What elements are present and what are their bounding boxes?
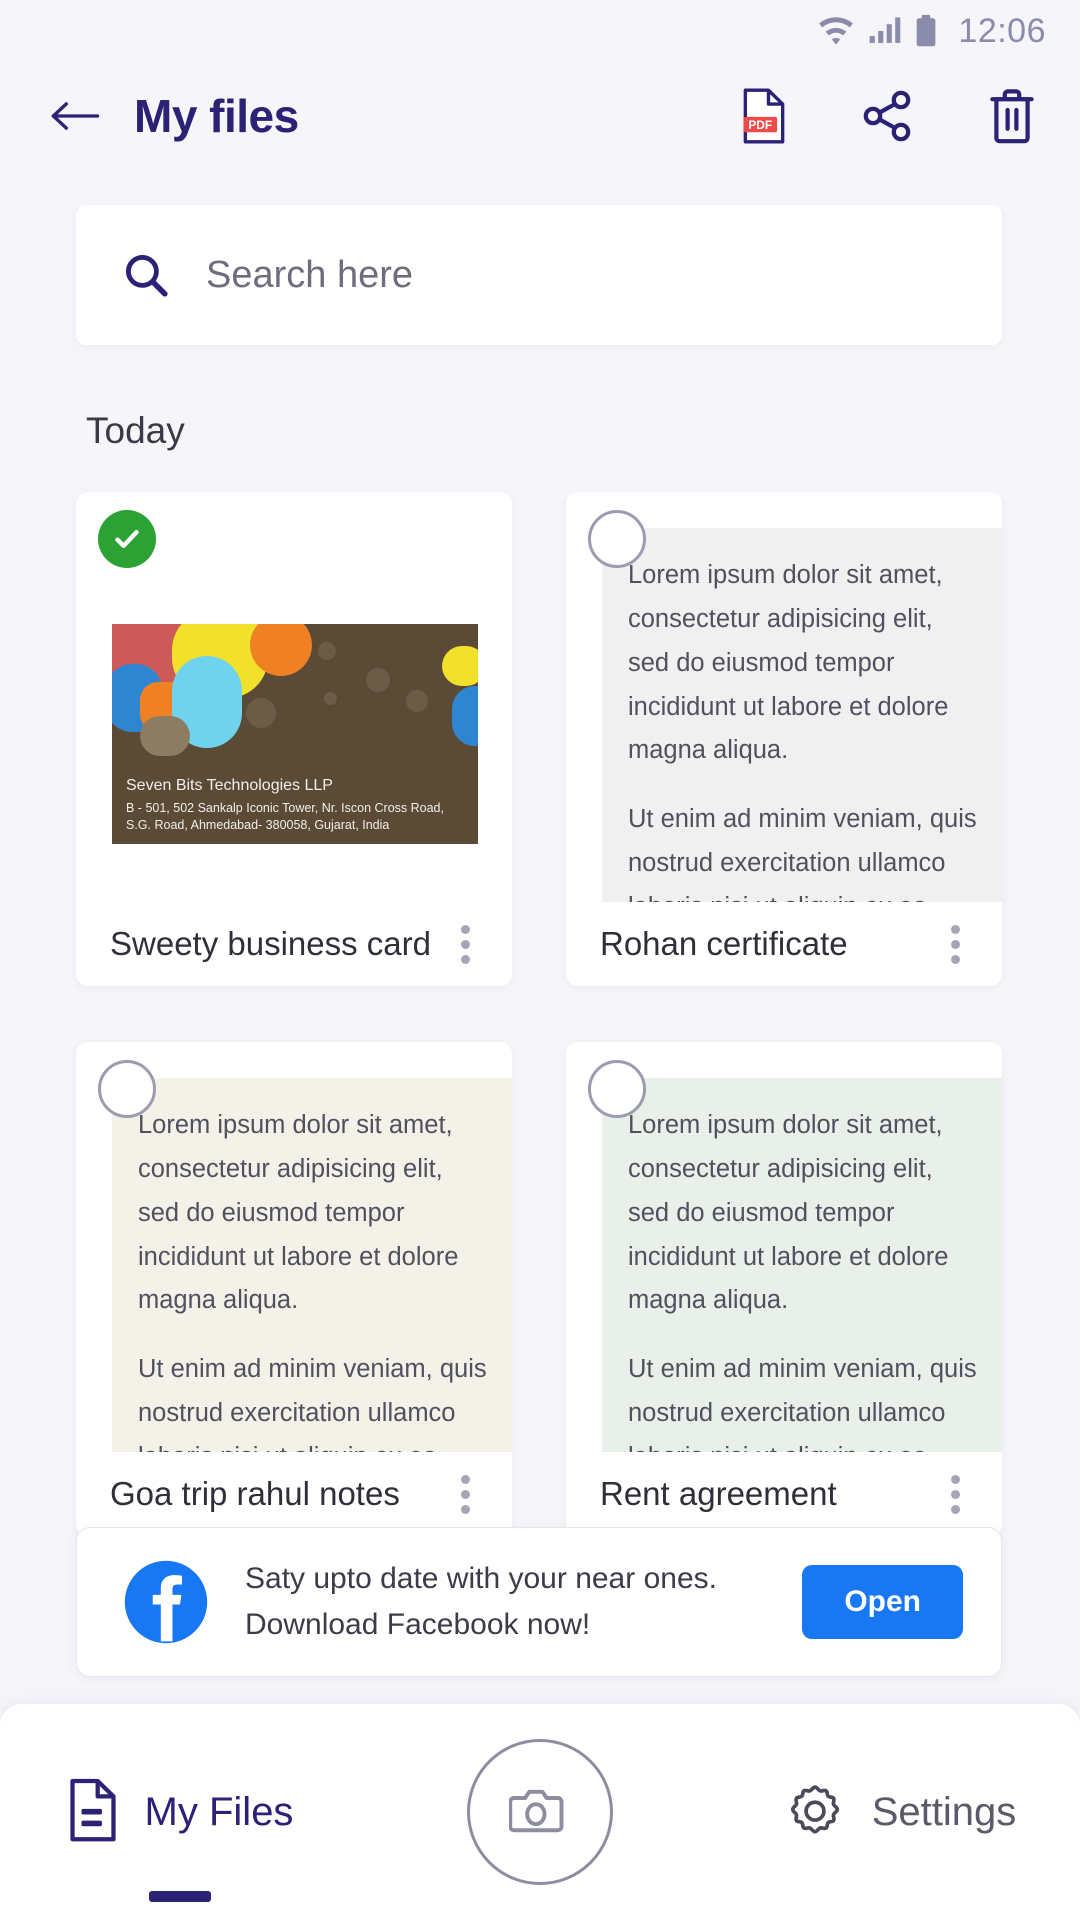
card-preview: Lorem ipsum dolor sit amet, consectetur … xyxy=(112,1078,512,1456)
business-card-details: Seven Bits Technologies LLP B - 501, 502… xyxy=(126,777,444,834)
more-options-icon[interactable] xyxy=(442,917,488,971)
checkbox-unselected-icon[interactable] xyxy=(588,510,646,568)
checkbox-unselected-icon[interactable] xyxy=(98,1060,156,1118)
checkbox-selected-icon[interactable] xyxy=(98,510,156,568)
file-title: Goa trip rahul notes xyxy=(110,1475,400,1512)
more-options-icon[interactable] xyxy=(932,917,978,971)
search-bar[interactable] xyxy=(76,205,1002,345)
battery-icon xyxy=(914,14,938,48)
section-label-today: Today xyxy=(86,410,185,451)
note-paragraph: Ut enim ad minim veniam, quis nostrud ex… xyxy=(138,1355,487,1456)
file-card-rent-agreement[interactable]: Lorem ipsum dolor sit amet, consectetur … xyxy=(566,1042,1002,1536)
status-bar: 12:06 xyxy=(0,0,1080,62)
trash-icon[interactable] xyxy=(984,87,1040,145)
note-paragraph: Lorem ipsum dolor sit amet, consectetur … xyxy=(138,1111,459,1315)
file-card-certificate[interactable]: Lorem ipsum dolor sit amet, consectetur … xyxy=(566,492,1002,986)
facebook-icon xyxy=(123,1559,209,1645)
status-bar-time: 12:06 xyxy=(958,11,1046,50)
file-title: Sweety business card xyxy=(110,925,431,962)
card-footer: Rohan certificate xyxy=(566,902,1002,986)
note-thumbnail: Lorem ipsum dolor sit amet, consectetur … xyxy=(112,1078,512,1456)
card-preview: Lorem ipsum dolor sit amet, consectetur … xyxy=(602,528,1002,906)
promo-line-1: Saty upto date with your near ones. xyxy=(245,1562,717,1596)
business-card-address-2: S.G. Road, Ahmedabad- 380058, Gujarat, I… xyxy=(126,818,390,833)
page-title: My files xyxy=(134,90,299,142)
camera-capture-button[interactable] xyxy=(360,1704,720,1920)
share-icon[interactable] xyxy=(860,87,916,145)
note-paragraph: Lorem ipsum dolor sit amet, consectetur … xyxy=(628,1111,949,1315)
camera-button-ring[interactable] xyxy=(467,1739,613,1885)
file-title: Rent agreement xyxy=(600,1475,837,1512)
business-card-address-1: B - 501, 502 Sankalp Iconic Tower, Nr. I… xyxy=(126,801,444,816)
bottom-navigation: My Files Settings xyxy=(0,1704,1080,1920)
note-paragraph: Lorem ipsum dolor sit amet, consectetur … xyxy=(628,561,949,765)
app-header: My files PDF xyxy=(0,62,1080,170)
card-footer: Rent agreement xyxy=(566,1452,1002,1536)
search-icon xyxy=(120,249,172,301)
promo-open-button[interactable]: Open xyxy=(802,1565,963,1639)
search-input[interactable] xyxy=(206,253,846,297)
note-paragraph: Ut enim ad minim veniam, quis nostrud ex… xyxy=(628,1355,977,1456)
nav-label-settings: Settings xyxy=(871,1789,1017,1834)
card-preview: Lorem ipsum dolor sit amet, consectetur … xyxy=(602,1078,1002,1456)
file-grid: Seven Bits Technologies LLP B - 501, 502… xyxy=(76,492,1002,1536)
cellular-signal-icon xyxy=(868,15,902,47)
wifi-icon xyxy=(816,15,856,47)
card-footer: Goa trip rahul notes xyxy=(76,1452,512,1536)
file-card-goa-notes[interactable]: Lorem ipsum dolor sit amet, consectetur … xyxy=(76,1042,512,1536)
app-screen: 12:06 My files PDF Search here Today Sev… xyxy=(0,0,1080,1920)
business-card-company: Seven Bits Technologies LLP xyxy=(126,777,333,795)
camera-icon xyxy=(508,1782,571,1843)
note-thumbnail: Lorem ipsum dolor sit amet, consectetur … xyxy=(602,1078,1002,1456)
more-options-icon[interactable] xyxy=(442,1467,488,1521)
card-footer: Sweety business card xyxy=(76,902,512,986)
header-actions: PDF xyxy=(736,87,1040,145)
active-tab-indicator xyxy=(149,1891,211,1902)
promo-banner-facebook[interactable]: Saty upto date with your near ones. Down… xyxy=(76,1527,1002,1677)
promo-text: Saty upto date with your near ones. Down… xyxy=(245,1556,717,1647)
file-document-icon xyxy=(67,1778,119,1847)
nav-item-my-files[interactable]: My Files xyxy=(0,1704,360,1920)
gear-icon xyxy=(784,1779,846,1846)
nav-item-settings[interactable]: Settings xyxy=(720,1704,1080,1920)
back-button[interactable] xyxy=(46,87,104,145)
file-card-business-card[interactable]: Seven Bits Technologies LLP B - 501, 502… xyxy=(76,492,512,986)
business-card-thumbnail: Seven Bits Technologies LLP B - 501, 502… xyxy=(112,624,478,844)
note-thumbnail: Lorem ipsum dolor sit amet, consectetur … xyxy=(602,528,1002,906)
pdf-icon[interactable]: PDF xyxy=(736,87,792,145)
checkbox-unselected-icon[interactable] xyxy=(588,1060,646,1118)
svg-text:PDF: PDF xyxy=(748,118,772,132)
card-preview: Seven Bits Technologies LLP B - 501, 502… xyxy=(112,528,512,906)
file-title: Rohan certificate xyxy=(600,925,848,962)
note-paragraph: Ut enim ad minim veniam, quis nostrud ex… xyxy=(628,805,977,906)
nav-label-my-files: My Files xyxy=(144,1789,294,1834)
more-options-icon[interactable] xyxy=(932,1467,978,1521)
promo-line-2: Download Facebook now! xyxy=(245,1608,591,1641)
